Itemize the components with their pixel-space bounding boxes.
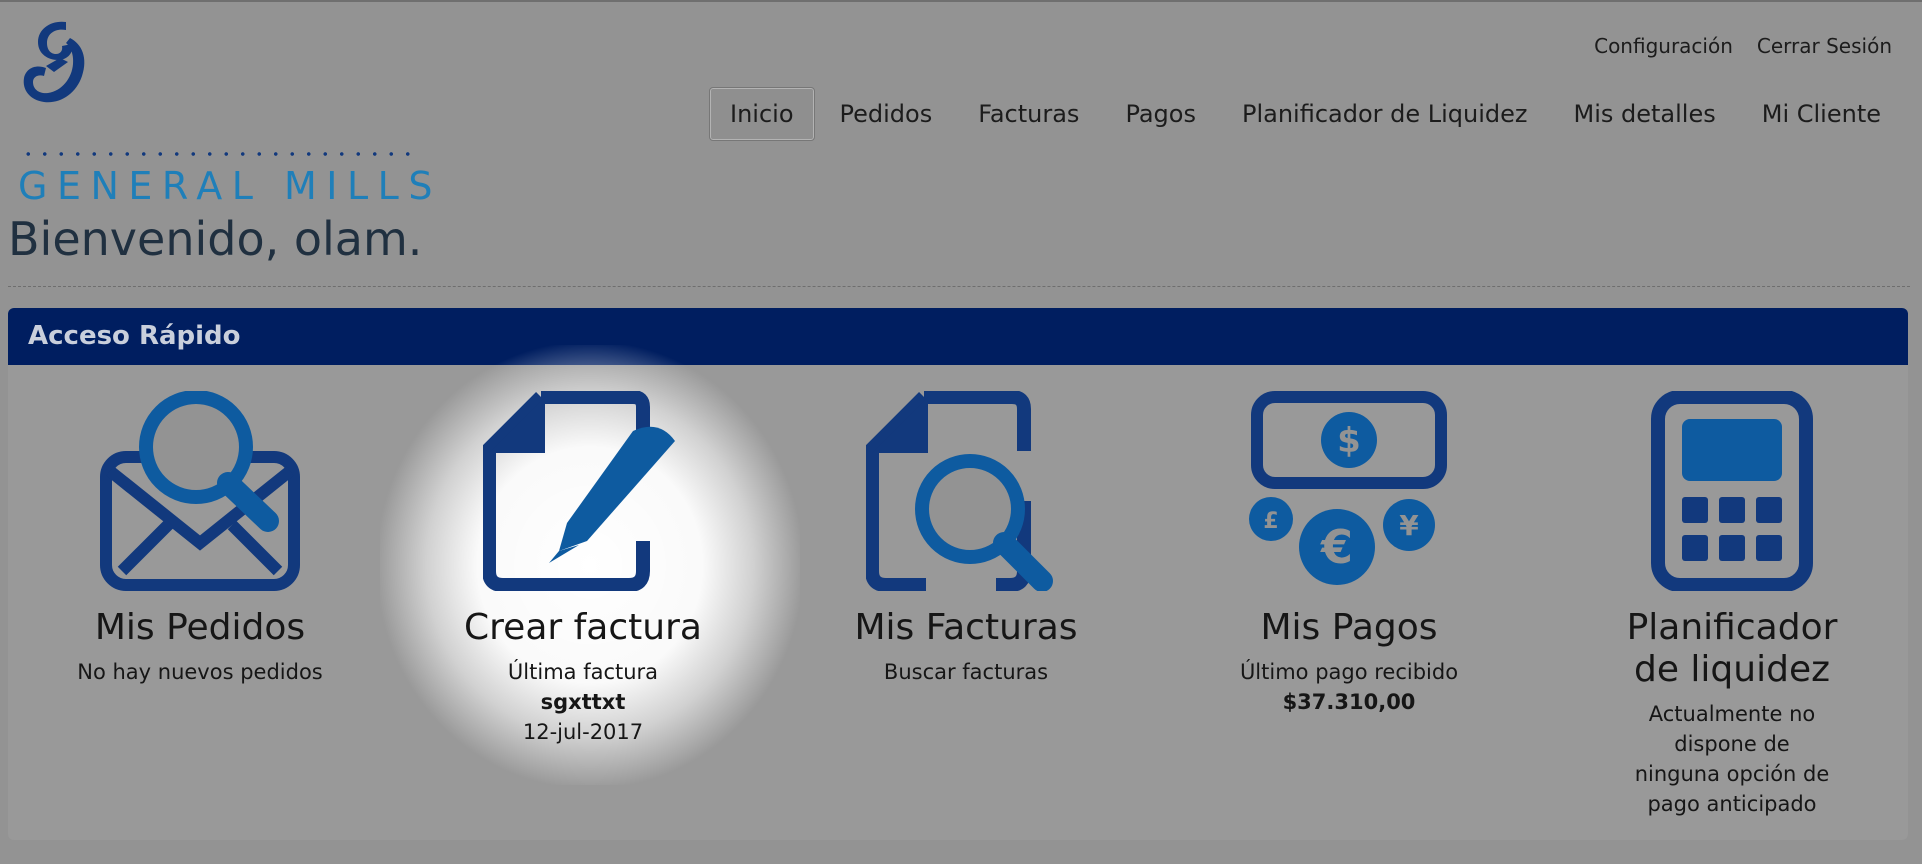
nav-item-pedidos[interactable]: Pedidos: [819, 87, 954, 141]
nav-item-mi-cliente[interactable]: Mi Cliente: [1741, 87, 1902, 141]
tile-desc: Última factura sgxttxt 12-jul-2017: [413, 657, 753, 747]
tile-desc: Actualmente no dispone de ninguna opción…: [1634, 702, 1830, 816]
tile-title: Planificador de liquidez: [1626, 607, 1838, 690]
tile-title: Mis Pagos: [1260, 607, 1438, 648]
tile-desc-label: Última factura: [507, 660, 659, 684]
logo-text: GENERAL MILLS: [18, 164, 442, 208]
general-mills-logo[interactable]: GENERAL MILLS: [16, 18, 432, 208]
tile-title: Crear factura: [464, 607, 702, 648]
tile-desc-label: Último pago recibido: [1239, 660, 1459, 684]
nav-item-pagos[interactable]: Pagos: [1104, 87, 1217, 141]
last-payment-amount: $37.310,00: [1282, 690, 1416, 714]
currency-money-icon: $ £ € ¥: [1249, 391, 1447, 585]
nav-item-inicio[interactable]: Inicio: [709, 87, 815, 141]
tile-mis-pagos[interactable]: $ £ € ¥ Mis Pagos Último pago recibido $…: [1179, 365, 1519, 717]
tile-planificador-liquidez[interactable]: Planificador de liquidez Actualmente no …: [1562, 365, 1902, 819]
svg-text:£: £: [1263, 509, 1278, 534]
document-search-icon: [866, 391, 1053, 591]
envelope-search-icon: [100, 391, 300, 591]
tile-title: Mis Facturas: [854, 607, 1078, 648]
general-mills-g-mark-icon: [23, 21, 85, 103]
quick-access-header: Acceso Rápido: [8, 308, 1908, 365]
svg-text:€: €: [1320, 520, 1353, 574]
document-pen-icon: [483, 391, 675, 591]
logout-link[interactable]: Cerrar Sesión: [1757, 34, 1892, 58]
utility-nav: Configuración Cerrar Sesión: [1594, 34, 1892, 58]
tile-title: Mis Pedidos: [94, 607, 306, 648]
quick-access-tiles: Mis Pedidos No hay nuevos pedidos Crear …: [8, 345, 1908, 840]
top-border: [0, 0, 1922, 2]
nav-item-facturas[interactable]: Facturas: [957, 87, 1100, 141]
logo-dotted-rule: [20, 152, 420, 156]
main-nav: Inicio Pedidos Facturas Pagos Planificad…: [705, 87, 1902, 141]
last-invoice-date: 12-jul-2017: [522, 720, 644, 744]
tile-desc: Último pago recibido $37.310,00: [1179, 657, 1519, 717]
divider: [8, 286, 1910, 287]
nav-item-planificador-liquidez[interactable]: Planificador de Liquidez: [1221, 87, 1549, 141]
tile-crear-factura[interactable]: Crear factura Última factura sgxttxt 12-…: [413, 365, 753, 747]
welcome-heading: Bienvenido, olam.: [8, 212, 423, 266]
quick-access-panel: Acceso Rápido Mis Pedidos No hay nuevos …: [8, 308, 1908, 840]
svg-text:$: $: [1337, 421, 1361, 461]
tile-desc: No hay nuevos pedidos: [77, 660, 323, 684]
calculator-icon: [1651, 391, 1813, 591]
settings-link[interactable]: Configuración: [1594, 34, 1733, 58]
nav-item-mis-detalles[interactable]: Mis detalles: [1553, 87, 1737, 141]
tile-desc: Buscar facturas: [883, 660, 1049, 684]
tile-mis-pedidos[interactable]: Mis Pedidos No hay nuevos pedidos: [30, 365, 370, 687]
tile-mis-facturas[interactable]: Mis Facturas Buscar facturas: [796, 365, 1136, 687]
svg-text:¥: ¥: [1399, 509, 1419, 542]
last-invoice-number: sgxttxt: [540, 690, 626, 714]
